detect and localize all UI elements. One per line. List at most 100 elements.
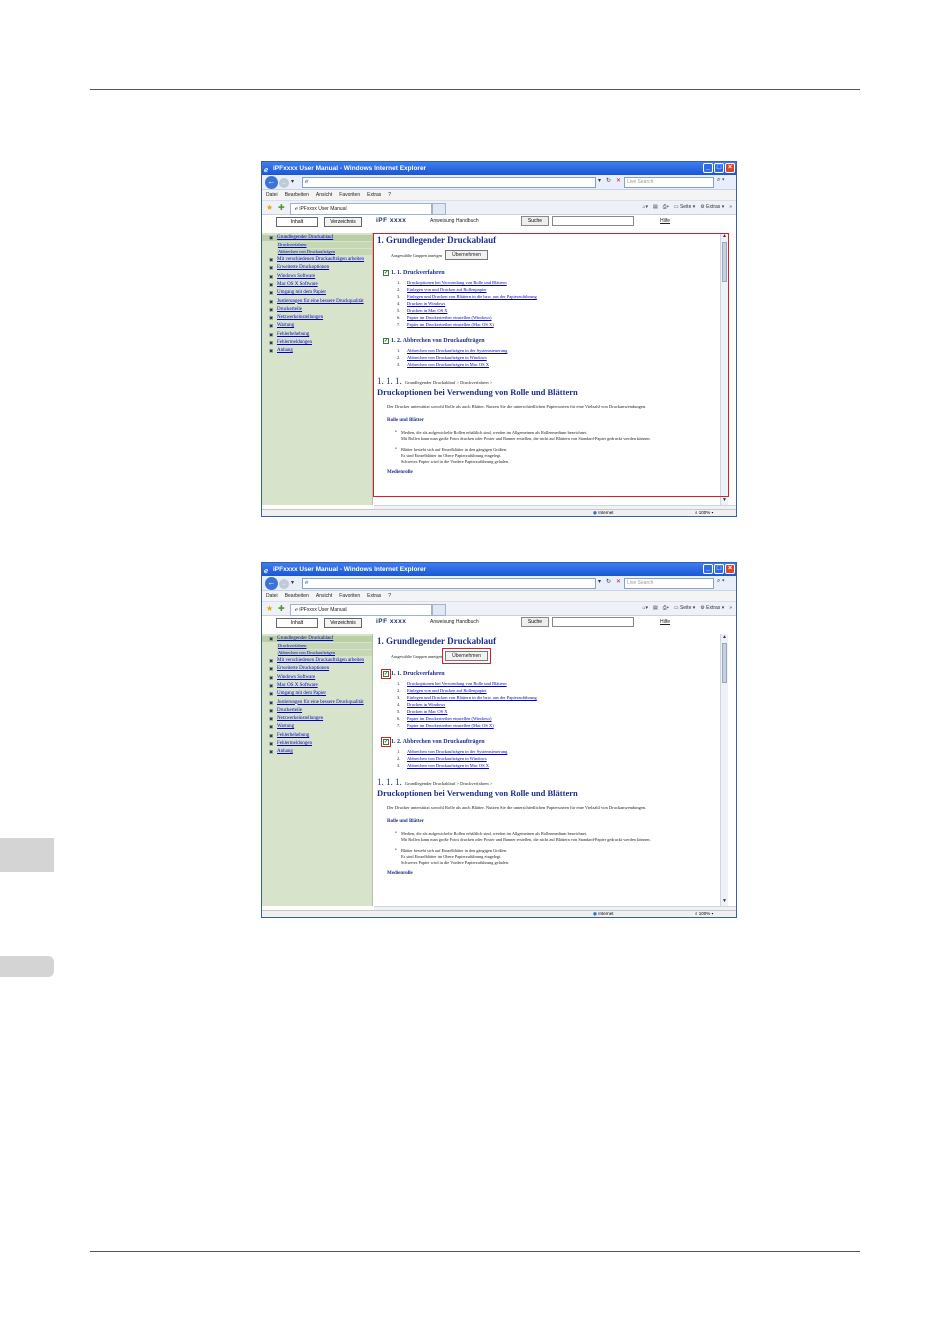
list-item[interactable]: 4. Drucken in Windows — [397, 701, 725, 708]
toc-item[interactable]: Mit verschiedenen Druckaufträgen arbeite… — [262, 658, 372, 665]
menu-bearbeiten[interactable]: Bearbeiten — [285, 190, 309, 200]
browser-tab[interactable]: ℯ iPFxxxx User Manual — [290, 604, 432, 616]
toc-item-grundlegender[interactable]: Grundlegender Druckablauf — [262, 635, 372, 643]
list-item[interactable]: 1. Abbrechen von Druckaufträgen in der Sy… — [397, 748, 725, 755]
tab-contents[interactable]: Inhalt — [276, 217, 318, 227]
tools-menu[interactable]: ⚙ Extras ▾ — [700, 605, 724, 611]
scroll-thumb[interactable] — [722, 643, 727, 683]
toc-item[interactable]: Wartung — [262, 323, 372, 330]
list-item[interactable]: 1. Druckoptionen bei Verwendung von Rolle… — [397, 680, 725, 687]
toc-item[interactable]: Netzwerkeinstellungen — [262, 716, 372, 723]
toc-sub-druckverfahren[interactable]: Druckverfahren — [277, 643, 372, 650]
stop-icon[interactable]: ✕ — [616, 177, 621, 184]
new-tab-button[interactable] — [432, 604, 446, 616]
list-item[interactable]: 2. Abbrechen von Druckaufträgen in Window… — [397, 755, 725, 762]
toc-item[interactable]: Fehlerbehebung — [262, 332, 372, 339]
toc-item[interactable]: Mac OS X Software — [262, 683, 372, 690]
list-item[interactable]: 6. Papier im Druckertreiber einstellen (W… — [397, 715, 725, 722]
toc-item[interactable]: Umgang mit dem Papier — [262, 290, 372, 297]
minimize-button[interactable]: _ — [703, 564, 713, 574]
toc-item[interactable]: Justierungen für eine bessere Druckquali… — [262, 700, 372, 707]
menu-extras[interactable]: Extras — [367, 591, 381, 601]
address-input[interactable]: ℯ — [302, 177, 596, 188]
scroll-down-icon[interactable]: ▼ — [721, 898, 728, 906]
favorites-star-icon[interactable]: ★ — [266, 604, 273, 613]
menu-ansicht[interactable]: Ansicht — [316, 190, 332, 200]
menu-ansicht[interactable]: Ansicht — [316, 591, 332, 601]
live-search-input[interactable]: Live Search — [624, 578, 714, 589]
toc-item[interactable]: Wartung — [262, 724, 372, 731]
menu-favoriten[interactable]: Favoriten — [339, 190, 360, 200]
list-item[interactable]: 7. Papier im Druckertreiber einstellen (M… — [397, 722, 725, 729]
list-item[interactable]: 3. Abbrechen von Druckaufträgen in Mac OS… — [397, 762, 725, 769]
print-icon[interactable]: ⎙▾ — [663, 204, 669, 210]
list-item[interactable]: 3. Einlegen und Drucken von Blättern in d… — [397, 694, 725, 701]
toc-item[interactable]: Erweiterte Druckoptionen — [262, 265, 372, 272]
address-dropdown-icon[interactable]: ▾ — [598, 177, 601, 184]
list-item[interactable]: 2. Einlegen von und Drucken auf Rollenpap… — [397, 687, 725, 694]
list-item[interactable]: 5. Drucken in Mac OS X — [397, 708, 725, 715]
home-icon[interactable]: ⌂▾ — [642, 605, 648, 611]
live-search-input[interactable]: Live Search — [624, 177, 714, 188]
minimize-button[interactable]: _ — [703, 163, 713, 173]
toc-item[interactable]: Anhang — [262, 749, 372, 756]
tools-menu[interactable]: ⚙ Extras ▾ — [700, 204, 724, 210]
add-favorite-icon[interactable]: ✚ — [278, 604, 285, 613]
toc-item[interactable]: Anhang — [262, 348, 372, 355]
menu-bearbeiten[interactable]: Bearbeiten — [285, 591, 309, 601]
tab-index[interactable]: Verzeichnis — [324, 618, 362, 628]
more-icon[interactable]: » — [729, 605, 732, 611]
back-button[interactable]: ← — [265, 577, 278, 590]
refresh-icon[interactable]: ↻ — [606, 578, 611, 585]
zoom-level[interactable]: ⌕ 100% ▾ — [695, 510, 713, 516]
stop-icon[interactable]: ✕ — [616, 578, 621, 585]
address-dropdown-icon[interactable]: ▾ — [598, 578, 601, 585]
refresh-icon[interactable]: ↻ — [606, 177, 611, 184]
search-input[interactable] — [552, 617, 634, 627]
toc-item[interactable]: Justierungen für eine bessere Druckquali… — [262, 299, 372, 306]
back-button[interactable]: ← — [265, 176, 278, 189]
search-icon[interactable]: ⌕ ▾ — [717, 578, 725, 585]
add-favorite-icon[interactable]: ✚ — [278, 203, 285, 212]
toc-item[interactable]: Netzwerkeinstellungen — [262, 315, 372, 322]
history-dropdown-icon[interactable]: ▾ — [291, 178, 294, 185]
toc-sub-druckverfahren[interactable]: Druckverfahren — [277, 242, 372, 249]
apply-button[interactable]: Übernehmen — [442, 648, 491, 664]
toc-item[interactable]: Windows Software — [262, 675, 372, 682]
feeds-icon[interactable]: ▤ — [653, 605, 658, 611]
maximize-button[interactable]: □ — [714, 564, 724, 574]
menu-extras[interactable]: Extras — [367, 190, 381, 200]
help-link[interactable]: Hilfe — [660, 619, 670, 625]
toc-item[interactable]: Druckerteile — [262, 307, 372, 314]
history-dropdown-icon[interactable]: ▾ — [291, 579, 294, 586]
menu-datei[interactable]: Datei — [266, 190, 278, 200]
scroll-down-icon[interactable]: ▼ — [721, 497, 728, 505]
more-icon[interactable]: » — [729, 204, 732, 210]
address-input[interactable]: ℯ — [302, 578, 596, 589]
home-icon[interactable]: ⌂▾ — [642, 204, 648, 210]
page-menu[interactable]: ▭ Seite ▾ — [674, 605, 695, 611]
toc-item[interactable]: Druckerteile — [262, 708, 372, 715]
menu-help[interactable]: ? — [388, 190, 391, 200]
close-button[interactable]: × — [725, 163, 735, 173]
search-input[interactable] — [552, 216, 634, 226]
tab-contents[interactable]: Inhalt — [276, 618, 318, 628]
help-link[interactable]: Hilfe — [660, 218, 670, 224]
vertical-scrollbar[interactable]: ▲ ▼ — [720, 634, 728, 906]
print-icon[interactable]: ⎙▾ — [663, 605, 669, 611]
toc-item[interactable]: Fehlermeldungen — [262, 741, 372, 748]
search-button[interactable]: Suche — [521, 617, 549, 627]
maximize-button[interactable]: □ — [714, 163, 724, 173]
menu-favoriten[interactable]: Favoriten — [339, 591, 360, 601]
forward-button[interactable]: → — [279, 178, 289, 188]
toc-item-grundlegender[interactable]: Grundlegender Druckablauf — [262, 234, 372, 242]
search-icon[interactable]: ⌕ ▾ — [717, 177, 725, 184]
toc-item[interactable]: Windows Software — [262, 274, 372, 281]
toc-sub-abbrechen[interactable]: Abbrechen von Druckaufträgen — [277, 249, 372, 256]
favorites-star-icon[interactable]: ★ — [266, 203, 273, 212]
toc-item[interactable]: Mac OS X Software — [262, 282, 372, 289]
toc-item[interactable]: Erweiterte Druckoptionen — [262, 666, 372, 673]
feeds-icon[interactable]: ▤ — [653, 204, 658, 210]
scroll-up-icon[interactable]: ▲ — [721, 634, 728, 642]
menu-datei[interactable]: Datei — [266, 591, 278, 601]
